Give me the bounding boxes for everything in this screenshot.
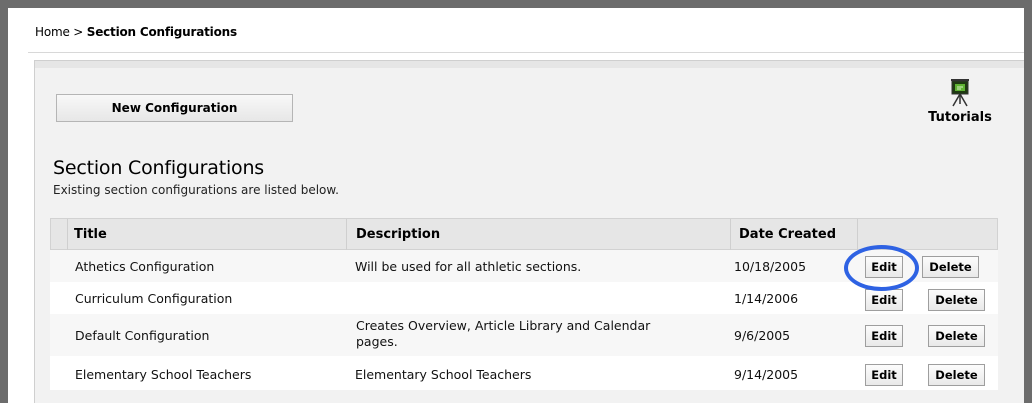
delete-button[interactable]: Delete bbox=[922, 256, 979, 278]
new-configuration-button[interactable]: New Configuration bbox=[56, 94, 293, 122]
tutorials-link[interactable]: Tutorials bbox=[920, 78, 1000, 138]
row-title: Curriculum Configuration bbox=[75, 291, 233, 306]
breadcrumb-current: Section Configurations bbox=[86, 25, 237, 39]
breadcrumb-divider bbox=[28, 52, 1024, 53]
breadcrumb-separator: > bbox=[73, 25, 84, 39]
table-header: Title Description Date Created bbox=[50, 218, 998, 251]
edit-button[interactable]: Edit bbox=[865, 325, 903, 347]
breadcrumb: Home > Section Configurations bbox=[35, 25, 237, 39]
section-title: Section Configurations bbox=[53, 157, 264, 179]
table-row: Athetics Configuration Will be used for … bbox=[50, 250, 998, 282]
row-title: Default Configuration bbox=[75, 328, 210, 343]
section-subtitle: Existing section configurations are list… bbox=[53, 183, 339, 197]
edit-button[interactable]: Edit bbox=[865, 256, 903, 278]
row-date: 9/14/2005 bbox=[734, 367, 799, 382]
header-divider bbox=[346, 219, 347, 251]
column-header-description[interactable]: Description bbox=[356, 227, 440, 242]
edit-button[interactable]: Edit bbox=[865, 364, 903, 386]
table-row: Default Configuration Creates Overview, … bbox=[50, 314, 998, 356]
row-description-continued: pages. bbox=[356, 334, 398, 349]
delete-button[interactable]: Delete bbox=[928, 325, 985, 347]
column-header-title[interactable]: Title bbox=[74, 227, 107, 242]
header-divider bbox=[857, 219, 858, 251]
row-description: Creates Overview, Article Library and Ca… bbox=[356, 318, 651, 333]
header-divider bbox=[67, 219, 68, 251]
configurations-table: Title Description Date Created Athetics … bbox=[50, 218, 998, 390]
breadcrumb-home[interactable]: Home bbox=[35, 25, 70, 39]
content-panel: New Configuration Tutorials Section Conf… bbox=[34, 60, 1024, 403]
row-date: 9/6/2005 bbox=[734, 328, 791, 343]
row-date: 1/14/2006 bbox=[734, 291, 799, 306]
panel-top-band bbox=[35, 61, 1024, 68]
row-description: Elementary School Teachers bbox=[355, 367, 532, 382]
row-date: 10/18/2005 bbox=[734, 259, 807, 274]
tutorials-label: Tutorials bbox=[928, 110, 992, 125]
table-row: Curriculum Configuration 1/14/2006 Edit … bbox=[50, 282, 998, 314]
row-description: Will be used for all athletic sections. bbox=[355, 259, 582, 274]
delete-button[interactable]: Delete bbox=[928, 289, 985, 311]
presentation-board-icon bbox=[951, 79, 969, 107]
row-title: Athetics Configuration bbox=[75, 259, 215, 274]
row-title: Elementary School Teachers bbox=[75, 367, 252, 382]
column-header-date-created[interactable]: Date Created bbox=[739, 227, 836, 242]
table-row: Elementary School Teachers Elementary Sc… bbox=[50, 356, 998, 390]
header-divider bbox=[730, 219, 731, 251]
delete-button[interactable]: Delete bbox=[928, 364, 985, 386]
edit-button[interactable]: Edit bbox=[865, 289, 903, 311]
